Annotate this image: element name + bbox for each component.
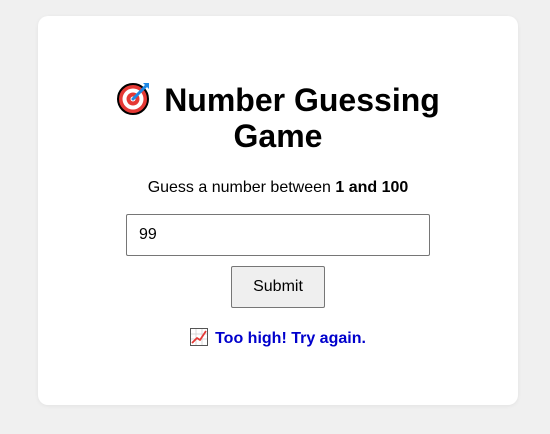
chart-increasing-icon: [190, 328, 209, 346]
instruction-prefix: Guess a number between: [147, 179, 336, 196]
title-text-line-1: Number Guessing: [164, 82, 440, 118]
submit-button[interactable]: Submit: [231, 266, 325, 308]
title-line-1: Number Guessing: [38, 80, 518, 118]
feedback-text: Too high! Try again.: [215, 330, 366, 347]
page-title: Number Guessing Game: [38, 80, 518, 154]
instruction-range: 1 and 100: [335, 179, 409, 196]
instruction-text: Guess a number between 1 and 100: [38, 179, 518, 197]
guess-input[interactable]: [126, 214, 430, 256]
game-card: Number Guessing Game Guess a number betw…: [38, 16, 518, 405]
feedback-message: Too high! Try again.: [38, 328, 518, 350]
title-text-line-2: Game: [233, 118, 323, 154]
direct-hit-target-icon: [117, 83, 150, 115]
